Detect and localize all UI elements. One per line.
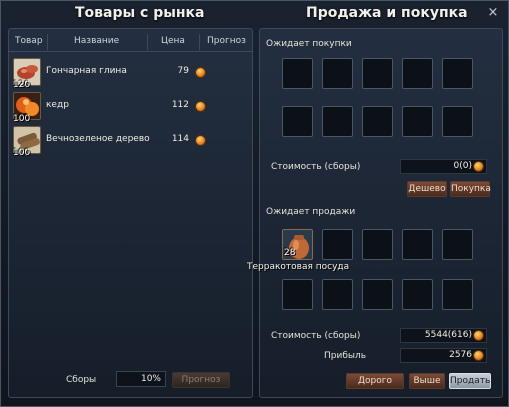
sale-slot[interactable] — [362, 279, 393, 310]
purchase-slot[interactable] — [362, 58, 393, 89]
market-goods-title: Товары с рынка — [75, 5, 205, 21]
col-header-name: Название — [74, 36, 120, 46]
purchase-slot[interactable] — [282, 106, 313, 137]
sale-slot[interactable] — [442, 279, 473, 310]
item-quantity: 100 — [13, 114, 31, 124]
item-name: Вечнозеленое дерево — [46, 134, 150, 144]
sale-slot[interactable] — [402, 229, 433, 260]
item-name: кедр — [46, 100, 69, 110]
item-price: 114 — [171, 134, 189, 144]
item-name: Гончарная глина — [46, 66, 127, 76]
item-price: 79 — [177, 66, 189, 76]
coin-icon — [195, 67, 206, 78]
coin-icon — [473, 330, 484, 341]
awaiting-purchase-label: Ожидает покупки — [266, 39, 352, 49]
coin-icon — [473, 350, 484, 361]
fee-label: Сборы — [66, 375, 97, 385]
sale-slot[interactable] — [322, 279, 353, 310]
table-row[interactable]: 100 кедр 112 — [11, 92, 251, 124]
sale-slot-filled[interactable]: 28 — [282, 229, 313, 260]
market-goods-panel: Товар Название Цена Прогноз 120 Гончарна… — [8, 28, 253, 398]
expensive-button[interactable]: Дорого — [346, 373, 404, 389]
table-row[interactable]: 120 Гончарная глина 79 — [11, 58, 251, 90]
coin-icon — [473, 161, 484, 172]
sale-slot[interactable] — [322, 229, 353, 260]
item-quantity: 120 — [13, 80, 31, 90]
purchase-slot[interactable] — [362, 106, 393, 137]
cheaper-button[interactable]: Дешево — [407, 181, 447, 197]
sale-cost-label: Стоимость (сборы) — [271, 331, 361, 341]
sale-item-name: Терракотовая посуда — [247, 262, 350, 272]
sale-slot[interactable] — [402, 279, 433, 310]
sale-slot[interactable] — [362, 229, 393, 260]
trade-panel: Ожидает покупки Стоимость (сборы) 0(0) Д… — [247, 28, 503, 398]
close-icon[interactable]: × — [486, 6, 500, 20]
col-header-price: Цена — [161, 36, 185, 46]
sale-item-quantity: 28 — [284, 248, 296, 258]
sale-slot[interactable] — [442, 229, 473, 260]
purchase-slot[interactable] — [442, 58, 473, 89]
awaiting-sale-label: Ожидает продажи — [266, 207, 356, 217]
col-header-item: Товар — [15, 36, 43, 46]
purchase-slot[interactable] — [322, 106, 353, 137]
profit-label: Прибыль — [324, 351, 367, 361]
purchase-slot[interactable] — [282, 58, 313, 89]
coin-icon — [195, 135, 206, 146]
table-header: Товар Название Цена Прогноз — [9, 32, 252, 52]
market-window: Товары с рынка Продажа и покупка × Товар… — [0, 0, 509, 407]
table-row[interactable]: 100 Вечнозеленое дерево 114 — [11, 126, 251, 158]
purchase-slot[interactable] — [402, 58, 433, 89]
fee-field: 10% — [116, 371, 166, 387]
purchase-slot[interactable] — [402, 106, 433, 137]
trade-title: Продажа и покупка — [306, 5, 468, 21]
item-price: 112 — [171, 100, 189, 110]
buy-button[interactable]: Покупка — [450, 181, 491, 197]
purchase-slot[interactable] — [322, 58, 353, 89]
sell-button[interactable]: Продать — [449, 373, 491, 389]
purchase-cost-label: Стоимость (сборы) — [271, 162, 361, 172]
purchase-slot[interactable] — [442, 106, 473, 137]
col-header-forecast: Прогноз — [207, 36, 246, 46]
item-quantity: 100 — [13, 148, 31, 158]
coin-icon — [195, 101, 206, 112]
higher-button[interactable]: Выше — [409, 373, 445, 389]
sale-slot[interactable] — [282, 279, 313, 310]
forecast-button[interactable]: Прогноз — [172, 372, 230, 388]
